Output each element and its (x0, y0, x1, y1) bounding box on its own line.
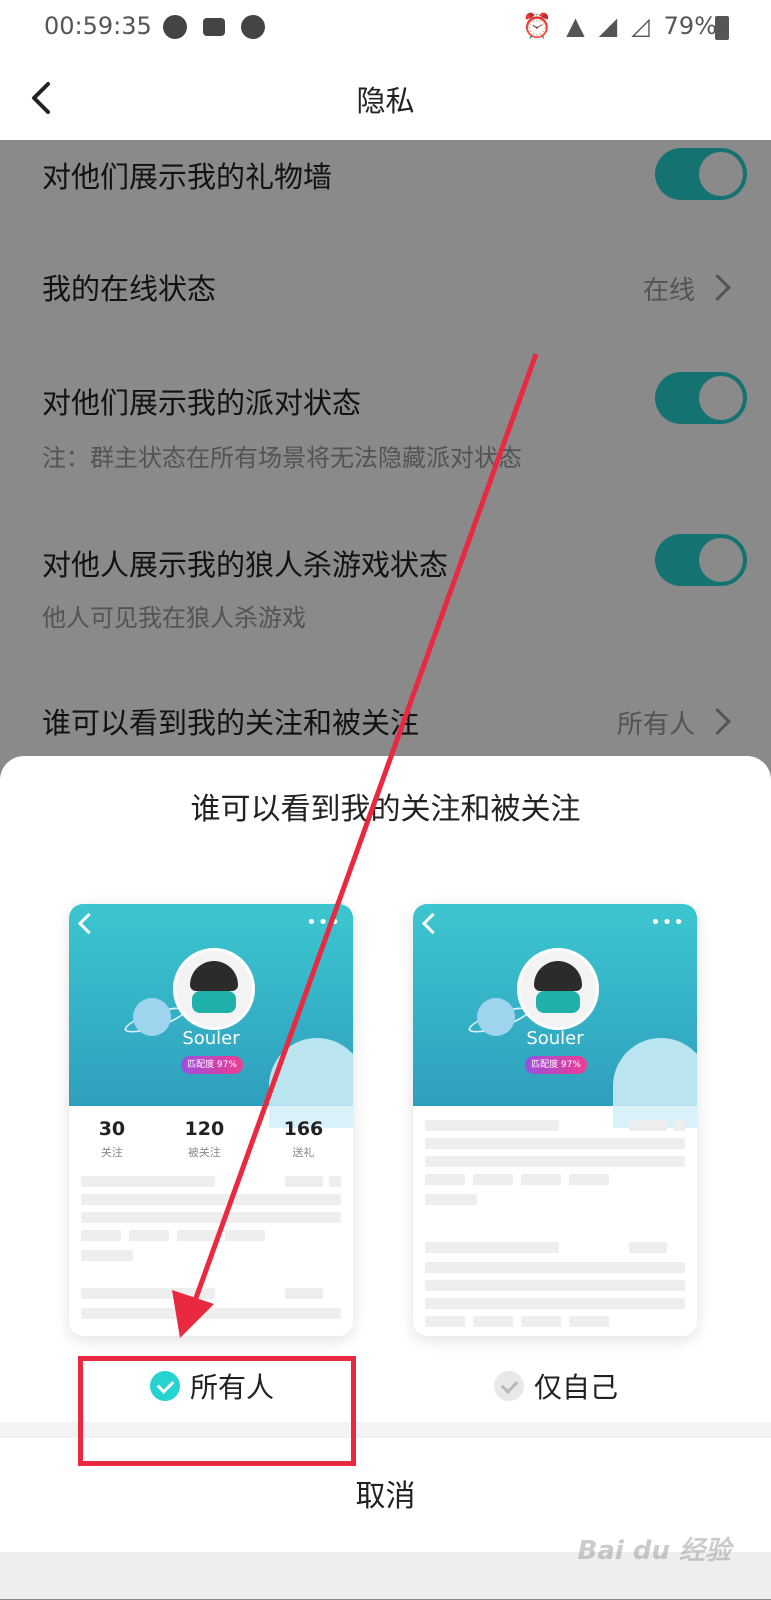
annotation-highlight-box (78, 1356, 356, 1466)
watermark-logo: Bai du 经验 (577, 1536, 732, 1566)
